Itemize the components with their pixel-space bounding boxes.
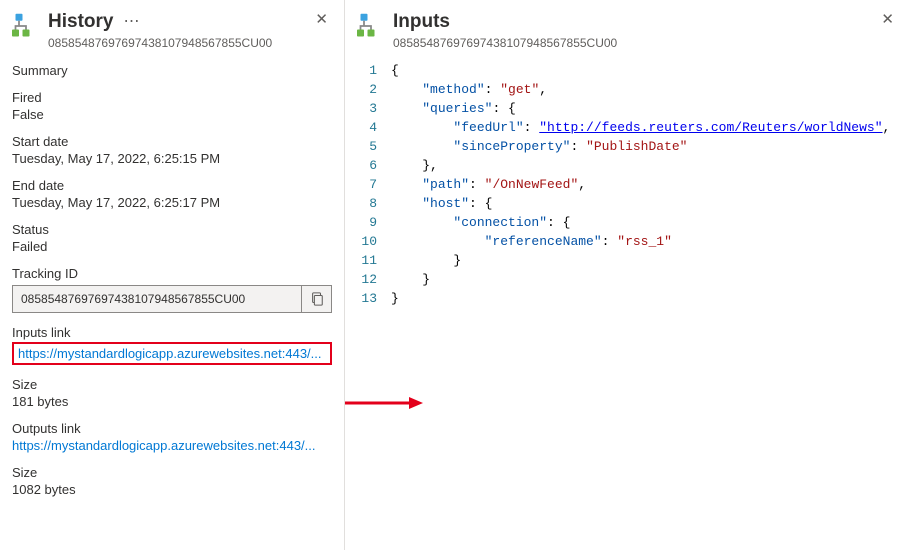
end-date-value: Tuesday, May 17, 2022, 6:25:17 PM <box>12 195 332 210</box>
tracking-id-label: Tracking ID <box>12 266 332 281</box>
code-content: }, <box>391 156 438 175</box>
outputs-link[interactable]: https://mystandardlogicapp.azurewebsites… <box>12 438 332 453</box>
line-number: 1 <box>357 61 391 80</box>
start-date-label: Start date <box>12 134 332 149</box>
code-line: 8 "host": { <box>357 194 898 213</box>
inputs-subtitle: 08585487697697438107948567855CU00 <box>393 35 898 51</box>
close-icon[interactable]: ✕ <box>309 8 334 30</box>
code-content: "queries": { <box>391 99 516 118</box>
line-number: 6 <box>357 156 391 175</box>
code-line: 5 "sinceProperty": "PublishDate" <box>357 137 898 156</box>
inputs-link[interactable]: https://mystandardlogicapp.azurewebsites… <box>18 346 326 361</box>
code-content: } <box>391 251 461 270</box>
inputs-title: Inputs <box>393 11 450 32</box>
inputs-size-label: Size <box>12 377 332 392</box>
code-content: } <box>391 270 430 289</box>
code-line: 3 "queries": { <box>357 99 898 118</box>
line-number: 7 <box>357 175 391 194</box>
tracking-id-value: 08585487697697438107948567855CU00 <box>13 292 301 306</box>
code-content: { <box>391 61 399 80</box>
fired-label: Fired <box>12 90 332 105</box>
code-line: 12 } <box>357 270 898 289</box>
history-title: History <box>48 10 113 34</box>
code-line: 10 "referenceName": "rss_1" <box>357 232 898 251</box>
code-content: "referenceName": "rss_1" <box>391 232 672 251</box>
line-number: 12 <box>357 270 391 289</box>
status-label: Status <box>12 222 332 237</box>
summary-label: Summary <box>12 63 332 78</box>
line-number: 11 <box>357 251 391 270</box>
copy-icon <box>310 292 324 306</box>
status-value: Failed <box>12 239 332 254</box>
line-number: 2 <box>357 80 391 99</box>
history-panel: History ⋯ 08585487697697438107948567855C… <box>0 0 345 550</box>
line-number: 9 <box>357 213 391 232</box>
logic-app-icon <box>357 12 385 40</box>
line-number: 5 <box>357 137 391 156</box>
outputs-link-label: Outputs link <box>12 421 332 436</box>
line-number: 13 <box>357 289 391 308</box>
code-line: 9 "connection": { <box>357 213 898 232</box>
line-number: 8 <box>357 194 391 213</box>
code-content: "connection": { <box>391 213 570 232</box>
line-number: 10 <box>357 232 391 251</box>
fired-value: False <box>12 107 332 122</box>
code-content: "sinceProperty": "PublishDate" <box>391 137 687 156</box>
more-button[interactable]: ⋯ <box>119 12 143 32</box>
code-content: "feedUrl": "http://feeds.reuters.com/Reu… <box>391 118 890 137</box>
inputs-link-label: Inputs link <box>12 325 332 340</box>
code-content: "path": "/OnNewFeed", <box>391 175 586 194</box>
tracking-id-field: 08585487697697438107948567855CU00 <box>12 285 332 313</box>
inputs-header: Inputs 08585487697697438107948567855CU00 <box>357 10 898 51</box>
outputs-size-value: 1082 bytes <box>12 482 332 497</box>
code-line: 2 "method": "get", <box>357 80 898 99</box>
start-date-value: Tuesday, May 17, 2022, 6:25:15 PM <box>12 151 332 166</box>
code-line: 11 } <box>357 251 898 270</box>
line-number: 3 <box>357 99 391 118</box>
inputs-link-highlight: https://mystandardlogicapp.azurewebsites… <box>12 342 332 365</box>
inputs-panel: Inputs 08585487697697438107948567855CU00… <box>345 0 910 550</box>
json-editor[interactable]: 1{2 "method": "get",3 "queries": {4 "fee… <box>357 61 898 308</box>
code-line: 4 "feedUrl": "http://feeds.reuters.com/R… <box>357 118 898 137</box>
code-content: } <box>391 289 399 308</box>
code-content: "method": "get", <box>391 80 547 99</box>
close-icon[interactable]: ✕ <box>875 8 900 30</box>
history-header: History ⋯ 08585487697697438107948567855C… <box>12 10 332 51</box>
line-number: 4 <box>357 118 391 137</box>
history-subtitle: 08585487697697438107948567855CU00 <box>48 35 332 51</box>
code-line: 1{ <box>357 61 898 80</box>
code-content: "host": { <box>391 194 492 213</box>
code-line: 13} <box>357 289 898 308</box>
outputs-size-label: Size <box>12 465 332 480</box>
end-date-label: End date <box>12 178 332 193</box>
code-line: 7 "path": "/OnNewFeed", <box>357 175 898 194</box>
copy-button[interactable] <box>301 286 331 312</box>
inputs-size-value: 181 bytes <box>12 394 332 409</box>
code-line: 6 }, <box>357 156 898 175</box>
logic-app-icon <box>12 12 40 40</box>
